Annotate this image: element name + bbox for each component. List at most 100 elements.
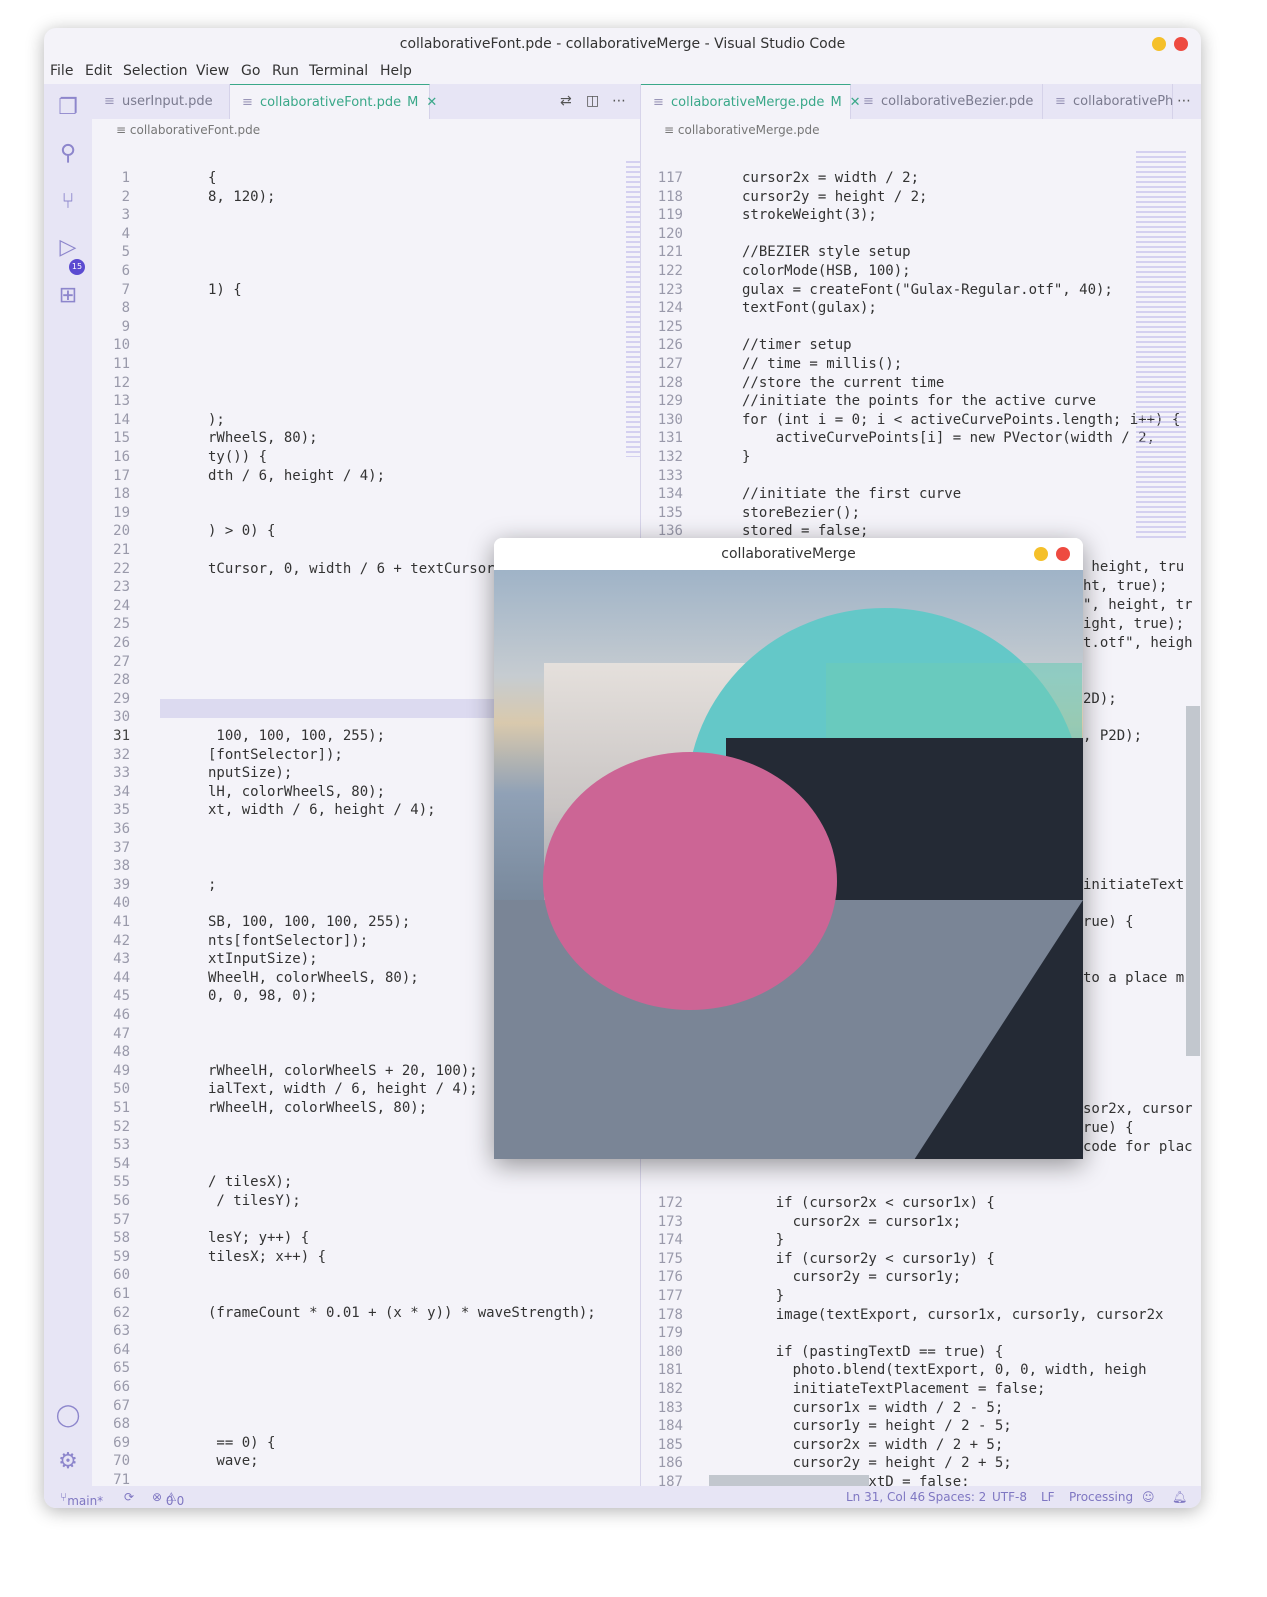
code-line[interactable]: photo.blend(textExport, 0, 0, width, hei…: [742, 1361, 1147, 1380]
code-line[interactable]: ) > 0) {: [208, 522, 275, 541]
minimap[interactable]: [626, 161, 640, 457]
code-fragment[interactable]: code for plac: [1083, 1138, 1193, 1157]
code-line[interactable]: // time = millis();: [742, 355, 902, 374]
cursor-position[interactable]: Ln 31, Col 46: [846, 1490, 925, 1504]
code-line[interactable]: xt, width / 6, height / 4);: [208, 801, 436, 820]
scrollbar-thumb[interactable]: [1186, 706, 1200, 1056]
code-fragment[interactable]: , P2D);: [1083, 727, 1142, 746]
minimap[interactable]: [1136, 151, 1186, 541]
breadcrumb[interactable]: ≡ collaborativeFont.pde: [116, 119, 260, 141]
code-line[interactable]: nputSize);: [208, 764, 292, 783]
code-line[interactable]: strokeWeight(3);: [742, 206, 877, 225]
close-button[interactable]: [1174, 37, 1188, 51]
code-line[interactable]: ialText, width / 6, height / 4);: [208, 1080, 478, 1099]
menu-run[interactable]: Run: [272, 63, 299, 79]
feedback-icon[interactable]: ☺: [1142, 1490, 1155, 1504]
code-line[interactable]: rWheelH, colorWheelS, 80);: [208, 1099, 427, 1118]
extensions-icon[interactable]: ⊞: [54, 282, 82, 310]
code-fragment[interactable]: height, tru: [1083, 558, 1184, 577]
code-line[interactable]: SB, 100, 100, 100, 255);: [208, 913, 410, 932]
code-line[interactable]: activeCurvePoints[i] = new PVector(width…: [742, 429, 1155, 448]
code-line[interactable]: rWheelH, colorWheelS + 20, 100);: [208, 1062, 478, 1081]
menu-edit[interactable]: Edit: [85, 63, 112, 79]
code-line[interactable]: colorMode(HSB, 100);: [742, 262, 911, 281]
code-line[interactable]: (frameCount * 0.01 + (x * y)) * waveStre…: [208, 1304, 596, 1323]
code-line[interactable]: );: [208, 411, 225, 430]
code-line[interactable]: cursor2x = width / 2 + 5;: [742, 1436, 1004, 1455]
more-actions-icon[interactable]: ⋯: [612, 84, 626, 119]
code-line[interactable]: cursor2x = cursor1x;: [742, 1213, 962, 1232]
code-line[interactable]: //initiate the points for the active cur…: [742, 392, 1096, 411]
menu-view[interactable]: View: [196, 63, 229, 79]
problems-indicator[interactable]: ⊗ 0 ⚠ 0: [152, 1490, 184, 1508]
code-line[interactable]: cursor2y = cursor1y;: [742, 1268, 962, 1287]
menu-terminal[interactable]: Terminal: [309, 63, 368, 79]
code-line[interactable]: / tilesX);: [208, 1173, 292, 1192]
horizontal-scrollbar[interactable]: [709, 1475, 869, 1486]
code-line[interactable]: rWheelS, 80);: [208, 429, 318, 448]
code-fragment[interactable]: rue) {: [1083, 913, 1134, 932]
branch-indicator[interactable]: ⑂ main*: [60, 1490, 103, 1508]
code-line[interactable]: ty()) {: [208, 448, 267, 467]
encoding[interactable]: UTF-8: [992, 1490, 1027, 1504]
menu-help[interactable]: Help: [380, 63, 412, 79]
close-tab-icon[interactable]: ✕: [426, 95, 437, 110]
sketch-canvas[interactable]: [494, 570, 1083, 1159]
code-line[interactable]: wave;: [208, 1452, 258, 1471]
indentation[interactable]: Spaces: 2: [928, 1490, 986, 1504]
code-line[interactable]: //BEZIER style setup: [742, 243, 911, 262]
source-control-icon[interactable]: ⑂: [54, 188, 82, 216]
tab-collaborativebezier[interactable]: ≡ collaborativeBezier.pde: [851, 84, 1043, 119]
search-icon[interactable]: ⚲: [54, 140, 82, 168]
menu-file[interactable]: File: [50, 63, 73, 79]
settings-gear-icon[interactable]: ⚙: [54, 1448, 82, 1476]
account-icon[interactable]: ◯: [54, 1402, 82, 1430]
code-line[interactable]: image(textExport, cursor1x, cursor1y, cu…: [742, 1306, 1164, 1325]
compare-icon[interactable]: ⇄: [560, 84, 572, 119]
menu-go[interactable]: Go: [241, 63, 260, 79]
code-line[interactable]: //timer setup: [742, 336, 852, 355]
code-fragment[interactable]: to a place m: [1083, 969, 1184, 988]
code-line[interactable]: lesY; y++) {: [208, 1229, 309, 1248]
code-line[interactable]: WheelH, colorWheelS, 80);: [208, 969, 419, 988]
tab-userinput[interactable]: ≡ userInput.pde: [92, 84, 230, 119]
code-line[interactable]: 100, 100, 100, 255);: [208, 727, 385, 746]
close-button[interactable]: [1056, 547, 1070, 561]
code-line[interactable]: cursor1y = height / 2 - 5;: [742, 1417, 1012, 1436]
split-editor-icon[interactable]: ◫: [586, 84, 599, 119]
tab-collaborativephoto[interactable]: ≡ collaborativePh: [1043, 84, 1173, 119]
code-line[interactable]: cursor1x = width / 2 - 5;: [742, 1399, 1004, 1418]
code-line[interactable]: }: [742, 1287, 784, 1306]
breadcrumb[interactable]: ≡ collaborativeMerge.pde: [664, 119, 820, 141]
code-fragment[interactable]: ight, true);: [1083, 615, 1184, 634]
language-mode[interactable]: Processing: [1069, 1490, 1133, 1504]
code-line[interactable]: == 0) {: [208, 1434, 275, 1453]
minimize-button[interactable]: [1034, 547, 1048, 561]
code-line[interactable]: cursor2y = height / 2 + 5;: [742, 1454, 1012, 1473]
code-line[interactable]: 8, 120);: [208, 188, 275, 207]
code-line[interactable]: 0, 0, 98, 0);: [208, 987, 318, 1006]
code-line[interactable]: gulax = createFont("Gulax-Regular.otf", …: [742, 281, 1113, 300]
minimize-button[interactable]: [1152, 37, 1166, 51]
code-line[interactable]: nts[fontSelector]);: [208, 932, 368, 951]
code-line[interactable]: {: [208, 169, 216, 188]
code-line[interactable]: [fontSelector]);: [208, 746, 343, 765]
code-line[interactable]: ;: [208, 876, 216, 895]
code-line[interactable]: storeBezier();: [742, 504, 860, 523]
code-line[interactable]: for (int i = 0; i < activeCurvePoints.le…: [742, 411, 1180, 430]
code-line[interactable]: //initiate the first curve: [742, 485, 961, 504]
processing-sketch-window[interactable]: collaborativeMerge: [494, 538, 1083, 1159]
code-line[interactable]: lH, colorWheelS, 80);: [208, 783, 385, 802]
code-line[interactable]: / tilesY);: [208, 1192, 300, 1211]
code-fragment[interactable]: initiateText: [1083, 876, 1184, 895]
code-fragment[interactable]: ", height, tr: [1083, 596, 1193, 615]
code-line[interactable]: if (cursor2y < cursor1y) {: [742, 1250, 995, 1269]
code-fragment[interactable]: sor2x, cursor: [1083, 1100, 1193, 1119]
code-line[interactable]: initiateTextPlacement = false;: [742, 1380, 1046, 1399]
code-fragment[interactable]: rue) {: [1083, 1119, 1134, 1138]
code-line[interactable]: if (cursor2x < cursor1x) {: [742, 1194, 995, 1213]
sync-icon[interactable]: ⟳: [124, 1490, 134, 1504]
explorer-icon[interactable]: ❐: [54, 94, 82, 122]
code-line[interactable]: textFont(gulax);: [742, 299, 877, 318]
eol[interactable]: LF: [1041, 1490, 1055, 1504]
